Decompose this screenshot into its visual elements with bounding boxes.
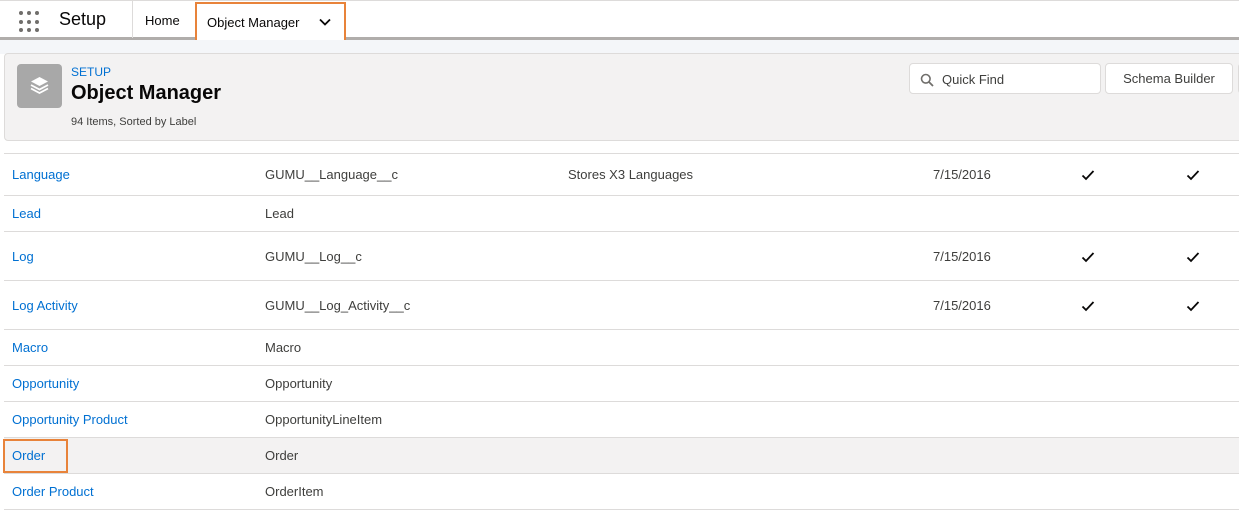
deployed-check-cell (1081, 300, 1095, 312)
object-last-modified: 7/15/2016 (933, 298, 991, 313)
table-row: Log Activity GUMU__Log_Activity__c 7/15/20… (4, 281, 1239, 330)
object-last-modified: 7/15/2016 (933, 167, 991, 182)
schema-builder-button[interactable]: Schema Builder (1105, 63, 1233, 94)
tab-home[interactable]: Home (145, 13, 180, 28)
object-label-link[interactable]: Macro (12, 340, 48, 355)
table-row: Order Order (4, 438, 1239, 474)
object-api-name: GUMU__Log_Activity__c (265, 298, 411, 313)
table-row: Order Product OrderItem (4, 474, 1239, 510)
checkmark-icon (1186, 301, 1200, 312)
object-api-name: Lead (265, 206, 294, 221)
checkmark-icon (1081, 252, 1095, 263)
object-label-link[interactable]: Lead (12, 206, 41, 221)
object-label-link[interactable]: Log Activity (12, 298, 78, 313)
object-api-name: OrderItem (265, 484, 324, 499)
object-api-name: Macro (265, 340, 302, 355)
checkmark-icon (1081, 301, 1095, 312)
custom-check-cell (1186, 251, 1200, 263)
custom-check-cell (1186, 169, 1200, 181)
objects-table: Language GUMU__Language__c Stores X3 Langu… (4, 153, 1239, 510)
object-api-name: OpportunityLineItem (265, 412, 383, 427)
object-label-link[interactable]: Opportunity Product (12, 412, 128, 427)
table-row: Opportunity Opportunity (4, 366, 1239, 402)
object-last-modified: 7/15/2016 (933, 249, 991, 264)
object-label-link[interactable]: Order Product (12, 484, 94, 499)
table-row: Lead Lead (4, 196, 1239, 232)
page-backdrop (0, 40, 1239, 54)
global-nav-bar: Setup Home Object Manager (0, 0, 1239, 42)
table-row: Log GUMU__Log__c 7/15/2016 (4, 232, 1239, 281)
search-icon (920, 73, 934, 87)
deployed-check-cell (1081, 251, 1095, 263)
object-description: Stores X3 Languages (568, 167, 694, 182)
tab-object-manager[interactable]: Object Manager (195, 2, 346, 42)
object-api-name: GUMU__Language__c (265, 167, 398, 182)
object-api-name: Order (265, 448, 299, 463)
table-row: Opportunity Product OpportunityLineItem (4, 402, 1239, 438)
checkmark-icon (1186, 252, 1200, 263)
custom-check-cell (1186, 300, 1200, 312)
object-label-link[interactable]: Opportunity (12, 376, 79, 391)
layers-icon (30, 77, 49, 95)
item-count-summary: 94 Items, Sorted by Label (71, 116, 197, 128)
chevron-down-icon[interactable] (319, 16, 331, 28)
page-title: Object Manager (71, 82, 222, 104)
object-manager-icon (17, 64, 62, 108)
app-launcher-icon[interactable] (19, 11, 43, 33)
object-api-name: Opportunity (265, 376, 333, 391)
object-label-link[interactable]: Language (12, 167, 70, 182)
page-header: SETUP Object Manager 94 Items, Sorted by… (4, 53, 1239, 141)
table-row: Macro Macro (4, 330, 1239, 366)
tab-object-manager-label: Object Manager (207, 15, 300, 30)
breadcrumb-setup[interactable]: SETUP (71, 65, 111, 79)
checkmark-icon (1186, 170, 1200, 181)
quick-find-placeholder: Quick Find (942, 72, 1005, 87)
table-row: Language GUMU__Language__c Stores X3 Langu… (4, 154, 1239, 196)
app-name: Setup (59, 9, 107, 29)
object-api-name: GUMU__Log__c (265, 249, 362, 264)
checkmark-icon (1081, 170, 1095, 181)
quick-find-input[interactable]: Quick Find (909, 63, 1101, 94)
object-label-link[interactable]: Log (12, 249, 34, 264)
order-highlight-outline (3, 439, 68, 473)
nav-divider (132, 1, 133, 38)
deployed-check-cell (1081, 169, 1095, 181)
